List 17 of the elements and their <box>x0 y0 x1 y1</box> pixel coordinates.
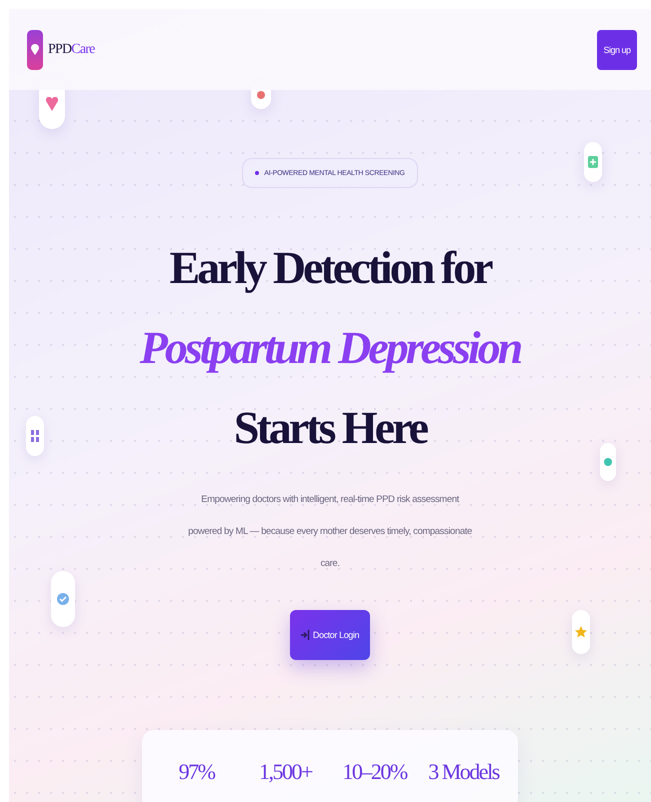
headline-accent: Postpartum Depression <box>140 321 520 375</box>
hero-description: Empowering doctors with intelligent, real-time PPD risk assessment powered by ML — because every mother deserves timely, compassionate care. <box>187 493 473 571</box>
star-icon <box>572 610 590 654</box>
plus-icon <box>584 142 602 182</box>
stat-value: 3 Models <box>427 758 500 786</box>
stat-value: 97% <box>178 758 216 786</box>
logo-text[interactable]: PPDCare <box>48 42 95 58</box>
login-icon <box>300 630 310 640</box>
signup-button[interactable]: Sign up <box>597 30 637 70</box>
stat-value: 10–20% <box>341 758 408 786</box>
stat-value: 1,500+ <box>258 758 314 786</box>
headline: Starts Here <box>234 401 426 455</box>
doctor-login-button[interactable]: Doctor Login <box>290 610 370 660</box>
logo-icon <box>27 30 43 70</box>
check-icon <box>51 571 75 627</box>
headline: Early Detection for <box>169 241 491 295</box>
grid-icon <box>26 416 44 456</box>
